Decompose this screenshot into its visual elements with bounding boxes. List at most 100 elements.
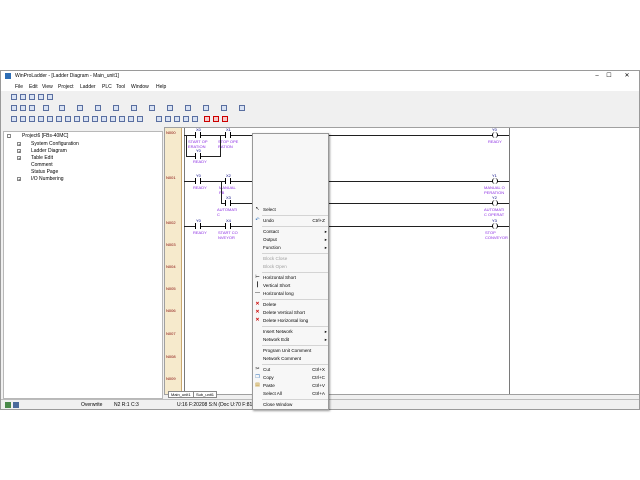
delete-hlong-icon[interactable] [213, 116, 219, 122]
menu-item-copy[interactable]: ❐ Copy Ctrl+C [253, 374, 330, 382]
contact-x1[interactable] [225, 132, 231, 138]
preview-icon[interactable] [47, 94, 53, 100]
menu-item-delete[interactable]: ✕ Delete [253, 301, 330, 309]
function-icon[interactable] [110, 116, 116, 122]
close-button[interactable]: ✕ [621, 72, 633, 81]
replace-icon[interactable] [59, 105, 65, 111]
tree-collapse-icon[interactable]: - [7, 134, 11, 139]
paste-icon[interactable] [29, 105, 35, 111]
network-label[interactable]: N004 [166, 264, 176, 269]
close-branch-icon[interactable] [65, 116, 71, 122]
menu-project[interactable]: Project [58, 84, 74, 90]
reset-coil-icon[interactable] [101, 116, 107, 122]
tree-expand-icon[interactable]: + [17, 149, 21, 154]
menu-item-select-all[interactable]: Select All Ctrl+A [253, 390, 330, 398]
hlong-icon[interactable] [137, 116, 143, 122]
delete-vshort-icon[interactable] [204, 116, 210, 122]
menu-item-program-unit-comment[interactable]: Program Unit Comment [253, 347, 330, 355]
network-label[interactable]: N003 [166, 242, 176, 247]
contact-x4[interactable] [225, 223, 231, 229]
print-icon[interactable] [38, 94, 44, 100]
copy-icon[interactable] [20, 105, 26, 111]
menu-item-horizontal-short[interactable]: ⊢ Horizontal Short [253, 274, 330, 282]
ladder-editor[interactable]: N000 N001 N002 N003 N004 N005 N006 N007 … [164, 127, 639, 395]
network-label[interactable]: N009 [166, 376, 176, 381]
menu-item-insert-network[interactable]: Insert Network ▸ [253, 328, 330, 336]
network-label[interactable]: N006 [166, 308, 176, 313]
tree-item-ladder-diagram[interactable]: Ladder Diagram [31, 148, 67, 154]
find-icon[interactable] [43, 105, 49, 111]
tab-sub-unit1[interactable]: Sub_unit1 [193, 391, 218, 398]
stop-icon[interactable] [131, 105, 137, 111]
monitor-icon[interactable] [95, 105, 101, 111]
t-mode-icon[interactable] [183, 116, 189, 122]
coil-y3[interactable] [492, 223, 498, 229]
inverse-coil-icon[interactable] [83, 116, 89, 122]
menu-item-paste[interactable]: ▤ Paste Ctrl+V [253, 382, 330, 390]
grid-icon[interactable] [221, 105, 227, 111]
b-mode-icon[interactable] [165, 116, 171, 122]
tree-item-status-page[interactable]: Status Page [31, 169, 58, 175]
tree-item-comment[interactable]: Comment [31, 162, 53, 168]
network-label[interactable]: N001 [166, 175, 176, 180]
menu-item-function[interactable]: Function ▸ [253, 244, 330, 252]
network-label[interactable]: N002 [166, 220, 176, 225]
set-coil-icon[interactable] [92, 116, 98, 122]
menu-item-vertical-short[interactable]: ┃ Vertical Short [253, 282, 330, 290]
coil-y1[interactable] [492, 178, 498, 184]
menu-item-cut[interactable]: ✂ Cut Ctrl+X [253, 366, 330, 374]
delete-icon[interactable] [222, 116, 228, 122]
contact-y0[interactable] [195, 178, 201, 184]
open-icon[interactable] [20, 94, 26, 100]
network-label[interactable]: N000 [166, 130, 176, 135]
network-label[interactable]: N008 [166, 354, 176, 359]
menu-item-delete-vertical-short[interactable]: ✕ Delete Vertical Short [253, 309, 330, 317]
menu-item-select[interactable]: ↖ Select [253, 206, 330, 214]
tab-main-unit1[interactable]: Main_unit1 [168, 391, 194, 398]
tree-item-system-configuration[interactable]: System Configuration [31, 141, 79, 147]
tree-item-table-edit[interactable]: Table Edit [31, 155, 53, 161]
menu-edit[interactable]: Edit [29, 84, 38, 90]
window-icon[interactable] [185, 105, 191, 111]
menu-help[interactable]: Help [156, 84, 166, 90]
zoom-icon[interactable] [149, 105, 155, 111]
nc-contact-icon[interactable] [29, 116, 35, 122]
tree-expand-icon[interactable]: + [17, 156, 21, 161]
save-icon[interactable] [29, 94, 35, 100]
menu-item-close-window[interactable]: Close Window [253, 401, 330, 409]
c-mode-icon[interactable] [174, 116, 180, 122]
contact-y0[interactable] [195, 223, 201, 229]
menu-item-undo[interactable]: ↶ Undo Ctrl+Z [253, 217, 330, 225]
rising-contact-icon[interactable] [38, 116, 44, 122]
new-icon[interactable] [11, 94, 17, 100]
network-label[interactable]: N007 [166, 331, 176, 336]
tree-expand-icon[interactable]: + [17, 142, 21, 147]
network-label[interactable]: N005 [166, 286, 176, 291]
minimize-button[interactable]: – [591, 72, 603, 81]
menu-item-output[interactable]: Output ▸ [253, 236, 330, 244]
menu-tool[interactable]: Tool [116, 84, 125, 90]
falling-contact-icon[interactable] [47, 116, 53, 122]
menu-item-network-edit[interactable]: Network Edit ▸ [253, 336, 330, 344]
tree-item-io-numbering[interactable]: I/O Numbering [31, 176, 64, 182]
coil-icon[interactable] [74, 116, 80, 122]
select-tool-icon[interactable] [11, 116, 17, 122]
menu-file[interactable]: File [15, 84, 23, 90]
menu-plc[interactable]: PLC [102, 84, 112, 90]
s-mode-icon[interactable] [156, 116, 162, 122]
contact-x0[interactable] [195, 132, 201, 138]
menu-item-network-comment[interactable]: Network Comment [253, 355, 330, 363]
vshort-icon[interactable] [128, 116, 134, 122]
menu-item-contact[interactable]: Contact ▸ [253, 228, 330, 236]
d-mode-icon[interactable] [192, 116, 198, 122]
help-icon[interactable] [239, 105, 245, 111]
coil-y0[interactable] [492, 132, 498, 138]
online-icon[interactable] [77, 105, 83, 111]
no-contact-icon[interactable] [20, 116, 26, 122]
menu-item-horizontal-long[interactable]: — Horizontal long [253, 290, 330, 298]
menu-view[interactable]: View [42, 84, 53, 90]
menu-item-delete-horizontal-long[interactable]: ✕ Delete Horizontal long [253, 317, 330, 325]
run-icon[interactable] [113, 105, 119, 111]
maximize-button[interactable]: ☐ [603, 72, 615, 81]
tree-expand-icon[interactable]: + [17, 177, 21, 182]
